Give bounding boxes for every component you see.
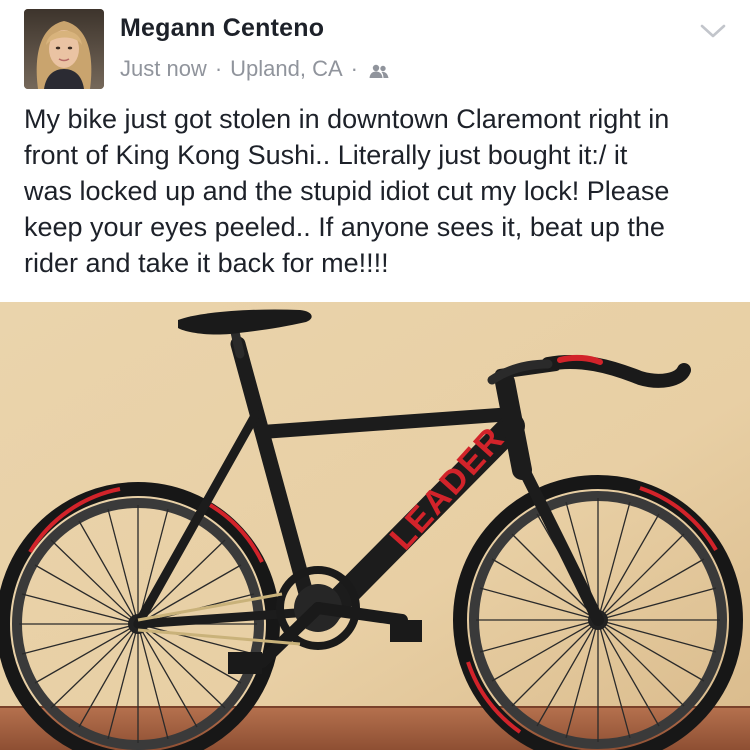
bike-photo: LEADER (0, 302, 750, 750)
post-body-text: My bike just got stolen in downtown Clar… (24, 104, 670, 278)
post-photo[interactable]: LEADER (0, 302, 750, 750)
author-name[interactable]: Megann Centeno (120, 14, 324, 43)
timestamp[interactable]: Just now (120, 56, 207, 82)
meta-separator: · (350, 56, 358, 81)
avatar[interactable] (24, 9, 104, 89)
avatar-image (24, 9, 104, 89)
chevron-down-icon[interactable] (700, 22, 726, 40)
meta-separator: · (214, 56, 223, 81)
location[interactable]: Upland, CA (230, 56, 343, 82)
friends-icon[interactable] (368, 60, 390, 78)
post-meta: Just now · Upland, CA · (120, 56, 390, 82)
post-header: Megann Centeno Just now · Upland, CA · (0, 0, 750, 100)
